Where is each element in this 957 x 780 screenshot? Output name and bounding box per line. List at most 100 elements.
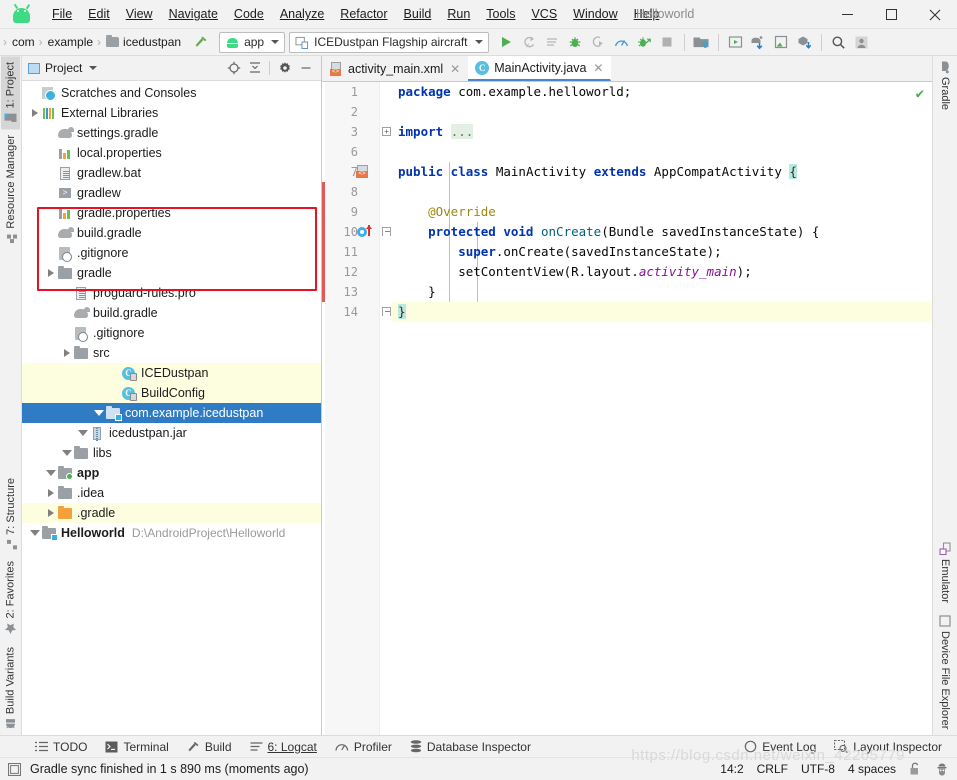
chevron-right-icon[interactable] bbox=[44, 507, 57, 520]
menu-window[interactable]: Window bbox=[565, 3, 625, 25]
module-selector[interactable]: app bbox=[219, 31, 286, 53]
sidebar-item-project[interactable]: 1: Project bbox=[1, 56, 20, 130]
sdk-update-button[interactable] bbox=[793, 31, 816, 54]
chevron-down-icon[interactable] bbox=[92, 407, 105, 420]
tab-activity-main-xml[interactable]: <> activity_main.xml ✕ bbox=[322, 56, 468, 81]
stop-button[interactable] bbox=[656, 31, 679, 54]
status-window-icon[interactable] bbox=[8, 762, 21, 776]
code-line[interactable]: @Override bbox=[392, 202, 932, 222]
code-line[interactable]: } bbox=[392, 302, 932, 322]
menu-run[interactable]: Run bbox=[439, 3, 478, 25]
inspection-status-icon[interactable]: ✔ bbox=[916, 86, 924, 102]
sidebar-item-device-file-explorer[interactable]: Device File Explorer bbox=[936, 609, 954, 735]
code-line[interactable] bbox=[392, 102, 932, 122]
menu-code[interactable]: Code bbox=[226, 3, 272, 25]
code-line[interactable]: package com.example.helloworld; bbox=[392, 82, 932, 102]
profiler-button[interactable] bbox=[610, 31, 633, 54]
chevron-right-icon[interactable] bbox=[44, 267, 57, 280]
sidebar-item-emulator[interactable]: Emulator bbox=[936, 537, 955, 609]
tab-close-icon[interactable]: ✕ bbox=[593, 61, 603, 75]
tree-node-local-properties[interactable]: local.properties bbox=[22, 143, 321, 163]
avd-manager-button[interactable] bbox=[724, 31, 747, 54]
sidebar-item-structure[interactable]: 7: Structure bbox=[2, 472, 20, 556]
bottom-item-build[interactable]: Build bbox=[178, 738, 241, 756]
menu-build[interactable]: Build bbox=[396, 3, 440, 25]
breadcrumb-item-com[interactable]: com bbox=[8, 35, 38, 49]
sdk-manager-button[interactable] bbox=[690, 31, 713, 54]
sidebar-item-resource-manager[interactable]: Resource Manager bbox=[2, 129, 20, 250]
tree-node-settings-gradle[interactable]: settings.gradle bbox=[22, 123, 321, 143]
line-number-gutter[interactable]: <> 1 2 3 6 7 8 9 10 11 12 13 14 bbox=[325, 82, 380, 735]
run-button[interactable] bbox=[495, 31, 518, 54]
tab-main-activity-java[interactable]: C MainActivity.java ✕ bbox=[468, 56, 612, 81]
tree-node-gitignore[interactable]: .gitignore bbox=[22, 243, 321, 263]
device-selector[interactable]: ICEDustpan Flagship aircraft bbox=[289, 31, 489, 53]
collapse-block-fold-icon[interactable] bbox=[382, 307, 391, 316]
unlocked-icon[interactable] bbox=[909, 762, 922, 776]
chevron-right-icon[interactable] bbox=[60, 347, 73, 360]
inspection-profile-icon[interactable] bbox=[935, 762, 949, 776]
sync-gradle-button[interactable] bbox=[747, 31, 770, 54]
bottom-item-profiler[interactable]: Profiler bbox=[326, 738, 401, 756]
tree-node-idea[interactable]: .idea bbox=[22, 483, 321, 503]
file-encoding[interactable]: UTF-8 bbox=[801, 762, 835, 776]
tree-node-gradlew-bat[interactable]: gradlew.bat bbox=[22, 163, 321, 183]
chevron-down-icon[interactable] bbox=[60, 447, 73, 460]
tree-node-external-libraries[interactable]: External Libraries bbox=[22, 103, 321, 123]
device-manager-button[interactable] bbox=[770, 31, 793, 54]
tree-node-helloworld[interactable]: Helloworld D:\AndroidProject\Helloworld bbox=[22, 523, 321, 543]
code-line[interactable] bbox=[392, 142, 932, 162]
code-line[interactable]: setContentView(R.layout.activity_main); bbox=[392, 262, 932, 282]
settings-button[interactable] bbox=[274, 58, 295, 79]
code-folding-column[interactable]: + bbox=[380, 82, 392, 735]
locate-file-button[interactable] bbox=[223, 58, 244, 79]
bottom-item-terminal[interactable]: Terminal bbox=[96, 738, 177, 756]
project-panel-title-group[interactable]: Project bbox=[28, 61, 98, 75]
run-with-coverage-button[interactable] bbox=[633, 31, 656, 54]
breadcrumb-item-example[interactable]: example bbox=[44, 35, 96, 49]
menu-tools[interactable]: Tools bbox=[478, 3, 523, 25]
bottom-item-logcat[interactable]: 6: Logcat bbox=[241, 738, 326, 756]
attach-debugger-button[interactable] bbox=[587, 31, 610, 54]
bottom-item-todo[interactable]: TODO bbox=[26, 738, 96, 756]
sidebar-item-favorites[interactable]: 2: Favorites bbox=[1, 555, 20, 640]
tree-node-icedustpan[interactable]: C ICEDustpan bbox=[22, 363, 321, 383]
chevron-right-icon[interactable] bbox=[44, 487, 57, 500]
code-line[interactable]: } bbox=[392, 282, 932, 302]
close-button[interactable] bbox=[913, 0, 957, 29]
search-everywhere-button[interactable] bbox=[827, 31, 850, 54]
menu-edit[interactable]: Edit bbox=[80, 3, 118, 25]
tree-node-app[interactable]: app bbox=[22, 463, 321, 483]
chevron-down-icon[interactable] bbox=[28, 527, 41, 540]
menu-file[interactable]: File bbox=[44, 3, 80, 25]
tree-node-libs[interactable]: libs bbox=[22, 443, 321, 463]
tree-node-gitignore[interactable]: .gitignore bbox=[22, 323, 321, 343]
tree-node-buildconfig[interactable]: C BuildConfig bbox=[22, 383, 321, 403]
sidebar-item-build-variants[interactable]: Build Variants bbox=[1, 641, 20, 735]
tree-node-gradlew[interactable]: > gradlew bbox=[22, 183, 321, 203]
chevron-down-icon[interactable] bbox=[76, 427, 89, 440]
user-profile-button[interactable] bbox=[850, 31, 873, 54]
sidebar-item-gradle[interactable]: Gradle bbox=[935, 56, 955, 116]
menu-refactor[interactable]: Refactor bbox=[332, 3, 395, 25]
menu-navigate[interactable]: Navigate bbox=[161, 3, 226, 25]
code-line[interactable]: import ... bbox=[392, 122, 932, 142]
code-line[interactable] bbox=[392, 182, 932, 202]
maximize-button[interactable] bbox=[869, 0, 913, 29]
breadcrumb-item-icedustpan[interactable]: icedustpan bbox=[102, 35, 184, 49]
line-separator[interactable]: CRLF bbox=[757, 762, 788, 776]
tree-node-scratches-and-consoles[interactable]: Scratches and Consoles bbox=[22, 83, 321, 103]
tree-node-gradle-properties[interactable]: gradle.properties bbox=[22, 203, 321, 223]
code-editor[interactable]: <> 1 2 3 6 7 8 9 10 11 12 13 14 + package com.examp… bbox=[322, 82, 932, 735]
tree-node-build-gradle[interactable]: build.gradle bbox=[22, 303, 321, 323]
override-method-gutter-icon[interactable] bbox=[356, 222, 374, 242]
collapse-method-fold-icon[interactable] bbox=[382, 227, 391, 236]
apply-code-changes-button[interactable] bbox=[541, 31, 564, 54]
tree-node-gradle[interactable]: gradle bbox=[22, 263, 321, 283]
menu-view[interactable]: View bbox=[118, 3, 161, 25]
bottom-item-layout-inspector[interactable]: Layout Inspector bbox=[825, 738, 951, 756]
code-line[interactable]: super.onCreate(savedInstanceState); bbox=[392, 242, 932, 262]
bottom-item-database-inspector[interactable]: Database Inspector bbox=[401, 738, 540, 756]
tree-node-src[interactable]: src bbox=[22, 343, 321, 363]
tree-node-com-example-icedustpan[interactable]: com.example.icedustpan bbox=[22, 403, 321, 423]
